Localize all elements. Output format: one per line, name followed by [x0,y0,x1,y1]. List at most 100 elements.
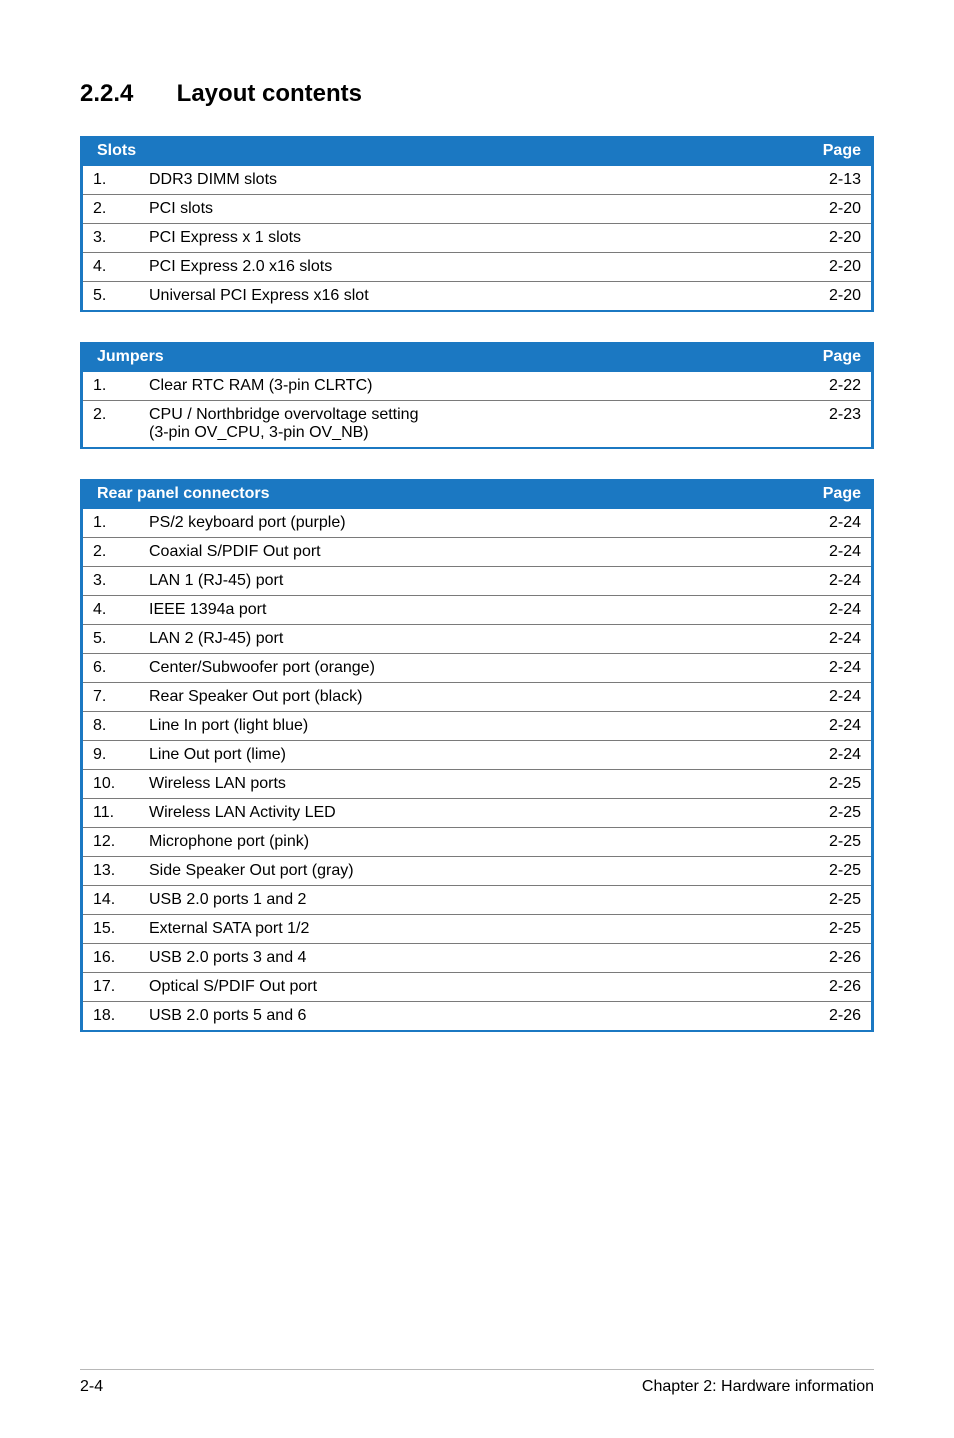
row-description: LAN 2 (RJ-45) port [149,625,771,654]
row-page: 2-25 [771,857,873,886]
row-number: 12. [82,828,150,857]
table-row: 9.Line Out port (lime)2-24 [82,741,873,770]
table-row: 13.Side Speaker Out port (gray)2-25 [82,857,873,886]
row-number: 3. [82,224,150,253]
row-number: 5. [82,625,150,654]
table-row: 4.IEEE 1394a port2-24 [82,596,873,625]
row-page: 2-24 [771,654,873,683]
row-description: PCI Express x 1 slots [149,224,771,253]
footer-chapter: Chapter 2: Hardware information [642,1378,874,1396]
table-row: 2.PCI slots2-20 [82,195,873,224]
section-title: Layout contents [177,80,362,107]
row-number: 9. [82,741,150,770]
section-number: 2.2.4 [80,80,170,108]
row-number: 2. [82,538,150,567]
table-row: 1.Clear RTC RAM (3-pin CLRTC)2-22 [82,372,873,401]
table-row: 12.Microphone port (pink)2-25 [82,828,873,857]
row-page: 2-24 [771,683,873,712]
table-row: 10.Wireless LAN ports2-25 [82,770,873,799]
row-number: 16. [82,944,150,973]
row-page: 2-24 [771,741,873,770]
rear-table: Rear panel connectors Page 1.PS/2 keyboa… [80,479,874,1032]
row-number: 8. [82,712,150,741]
row-description: Rear Speaker Out port (black) [149,683,771,712]
table-row: 11.Wireless LAN Activity LED2-25 [82,799,873,828]
row-description: PCI slots [149,195,771,224]
row-number: 1. [82,509,150,538]
row-page: 2-25 [771,828,873,857]
jumpers-table: Jumpers Page 1.Clear RTC RAM (3-pin CLRT… [80,342,874,449]
row-description: PS/2 keyboard port (purple) [149,509,771,538]
row-number: 18. [82,1002,150,1032]
table-row: 7.Rear Speaker Out port (black)2-24 [82,683,873,712]
row-number: 13. [82,857,150,886]
table-row: 3.LAN 1 (RJ-45) port2-24 [82,567,873,596]
row-page: 2-20 [771,282,873,312]
row-number: 10. [82,770,150,799]
row-description: DDR3 DIMM slots [149,166,771,195]
table-row: 4.PCI Express 2.0 x16 slots2-20 [82,253,873,282]
table-row: 5.LAN 2 (RJ-45) port2-24 [82,625,873,654]
table-row: 5.Universal PCI Express x16 slot2-20 [82,282,873,312]
row-description: Clear RTC RAM (3-pin CLRTC) [149,372,771,401]
row-page: 2-23 [771,401,873,449]
row-page: 2-24 [771,567,873,596]
row-description: External SATA port 1/2 [149,915,771,944]
table-row: 17.Optical S/PDIF Out port2-26 [82,973,873,1002]
table-row: 6.Center/Subwoofer port (orange)2-24 [82,654,873,683]
row-number: 5. [82,282,150,312]
slots-header-page: Page [771,136,873,166]
row-number: 1. [82,372,150,401]
row-description: Side Speaker Out port (gray) [149,857,771,886]
section-heading: 2.2.4 Layout contents [80,80,874,108]
row-number: 4. [82,596,150,625]
row-number: 6. [82,654,150,683]
row-description: USB 2.0 ports 5 and 6 [149,1002,771,1032]
row-number: 15. [82,915,150,944]
table-row: 2.Coaxial S/PDIF Out port2-24 [82,538,873,567]
row-page: 2-24 [771,625,873,654]
row-page: 2-24 [771,596,873,625]
row-description: CPU / Northbridge overvoltage setting (3… [149,401,771,449]
table-row: 14.USB 2.0 ports 1 and 22-25 [82,886,873,915]
rear-header-page: Page [771,479,873,509]
page-footer: 2-4 Chapter 2: Hardware information [80,1369,874,1396]
jumpers-body: 1.Clear RTC RAM (3-pin CLRTC)2-222.CPU /… [82,372,873,448]
row-number: 17. [82,973,150,1002]
table-row: 1.DDR3 DIMM slots2-13 [82,166,873,195]
table-row: 8.Line In port (light blue)2-24 [82,712,873,741]
row-description: Optical S/PDIF Out port [149,973,771,1002]
row-number: 2. [82,401,150,449]
row-page: 2-26 [771,1002,873,1032]
row-description: Coaxial S/PDIF Out port [149,538,771,567]
rear-body: 1.PS/2 keyboard port (purple)2-242.Coaxi… [82,509,873,1031]
footer-page-number: 2-4 [80,1378,103,1396]
row-number: 2. [82,195,150,224]
slots-body: 1.DDR3 DIMM slots2-132.PCI slots2-203.PC… [82,166,873,311]
row-page: 2-20 [771,253,873,282]
row-page: 2-24 [771,509,873,538]
row-description: USB 2.0 ports 1 and 2 [149,886,771,915]
row-page: 2-25 [771,886,873,915]
row-description: IEEE 1394a port [149,596,771,625]
row-description: Center/Subwoofer port (orange) [149,654,771,683]
table-row: 15.External SATA port 1/22-25 [82,915,873,944]
table-row: 3.PCI Express x 1 slots2-20 [82,224,873,253]
jumpers-header-page: Page [771,342,873,372]
jumpers-header-title: Jumpers [82,342,772,372]
row-number: 11. [82,799,150,828]
row-description: Line Out port (lime) [149,741,771,770]
row-page: 2-24 [771,712,873,741]
row-number: 14. [82,886,150,915]
row-description: PCI Express 2.0 x16 slots [149,253,771,282]
table-row: 18.USB 2.0 ports 5 and 62-26 [82,1002,873,1032]
row-description: Microphone port (pink) [149,828,771,857]
row-page: 2-24 [771,538,873,567]
table-row: 16.USB 2.0 ports 3 and 42-26 [82,944,873,973]
row-description: Line In port (light blue) [149,712,771,741]
row-page: 2-22 [771,372,873,401]
row-description: Wireless LAN ports [149,770,771,799]
row-page: 2-20 [771,224,873,253]
row-page: 2-26 [771,973,873,1002]
row-description: Wireless LAN Activity LED [149,799,771,828]
